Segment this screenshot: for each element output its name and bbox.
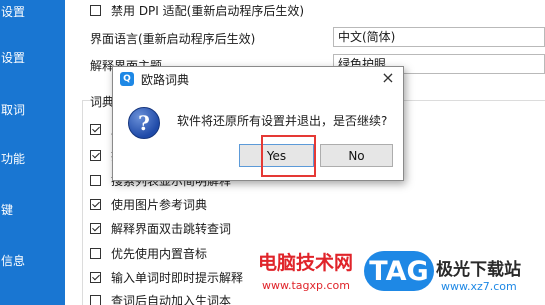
option-row[interactable]: 解释界面双击跳转查词 [90, 220, 231, 236]
option-label: 优先使用内置音标 [111, 246, 208, 261]
option-label: 输入单词时即时提示解释 [111, 270, 244, 285]
option-checkbox[interactable] [90, 123, 101, 135]
option-checkbox[interactable] [90, 222, 101, 234]
close-icon[interactable]: × [379, 69, 397, 87]
watermark-site-url: www.xz7.com [441, 280, 517, 293]
disable-dpi-label: 禁用 DPI 适配(重新启动程序后生效) [111, 3, 305, 18]
watermark-site-text: 极光下载站 [436, 260, 521, 280]
no-button[interactable]: No [320, 144, 393, 167]
option-checkbox[interactable] [90, 149, 101, 161]
option-row[interactable]: 输入单词时即时提示解释 [90, 269, 243, 285]
highlight-box [261, 135, 316, 177]
dialog-title: 欧路词典 [141, 73, 190, 87]
app-logo-icon: Q [120, 72, 134, 86]
option-checkbox[interactable] [90, 294, 101, 305]
ui-language-label: 界面语言(重新启动程序后生效) [90, 32, 256, 46]
option-checkbox[interactable] [90, 271, 101, 283]
option-row[interactable]: 查词后自动加入生词本 [90, 292, 231, 305]
option-checkbox[interactable] [90, 174, 101, 186]
dialog-message: 软件将还原所有设置并退出，是否继续? [177, 114, 388, 128]
option-label: 使用图片参考词典 [111, 197, 208, 212]
ui-language-select[interactable]: 中文(简体) [333, 27, 545, 47]
question-icon: ? [128, 107, 160, 139]
sidebar-item-hotkeys[interactable]: 键 [0, 201, 65, 218]
disable-dpi-checkbox[interactable] [90, 4, 101, 16]
option-row[interactable]: 使用图片参考词典 [90, 196, 207, 212]
sidebar-item-features[interactable]: 功能 [0, 150, 65, 167]
dialog-title-bar[interactable]: Q 欧路词典 × [113, 67, 403, 91]
option-checkbox[interactable] [90, 198, 101, 210]
confirm-dialog: Q 欧路词典 × ? 软件将还原所有设置并退出，是否继续? Yes No [112, 66, 404, 181]
option-checkbox[interactable] [90, 247, 101, 259]
option-label: 查词后自动加入生词本 [111, 293, 232, 305]
sidebar-item-settings-top[interactable]: 设置 [0, 3, 65, 20]
sidebar-item-settings[interactable]: 设置 [0, 49, 65, 66]
sidebar-item-capture[interactable]: 取词 [0, 101, 65, 118]
watermark-logo: TAG [364, 251, 434, 291]
disable-dpi-checkbox-row[interactable]: 禁用 DPI 适配(重新启动程序后生效) [90, 2, 304, 18]
watermark-brand-text: 电脑技术网 [258, 252, 354, 274]
sidebar: 设置 设置 取词 功能 键 信息 [0, 0, 65, 305]
option-row[interactable]: 优先使用内置音标 [90, 245, 207, 261]
sidebar-item-info[interactable]: 信息 [0, 252, 65, 269]
watermark-brand-url: www.tagxp.com [262, 279, 350, 292]
option-label: 解释界面双击跳转查词 [111, 221, 232, 236]
